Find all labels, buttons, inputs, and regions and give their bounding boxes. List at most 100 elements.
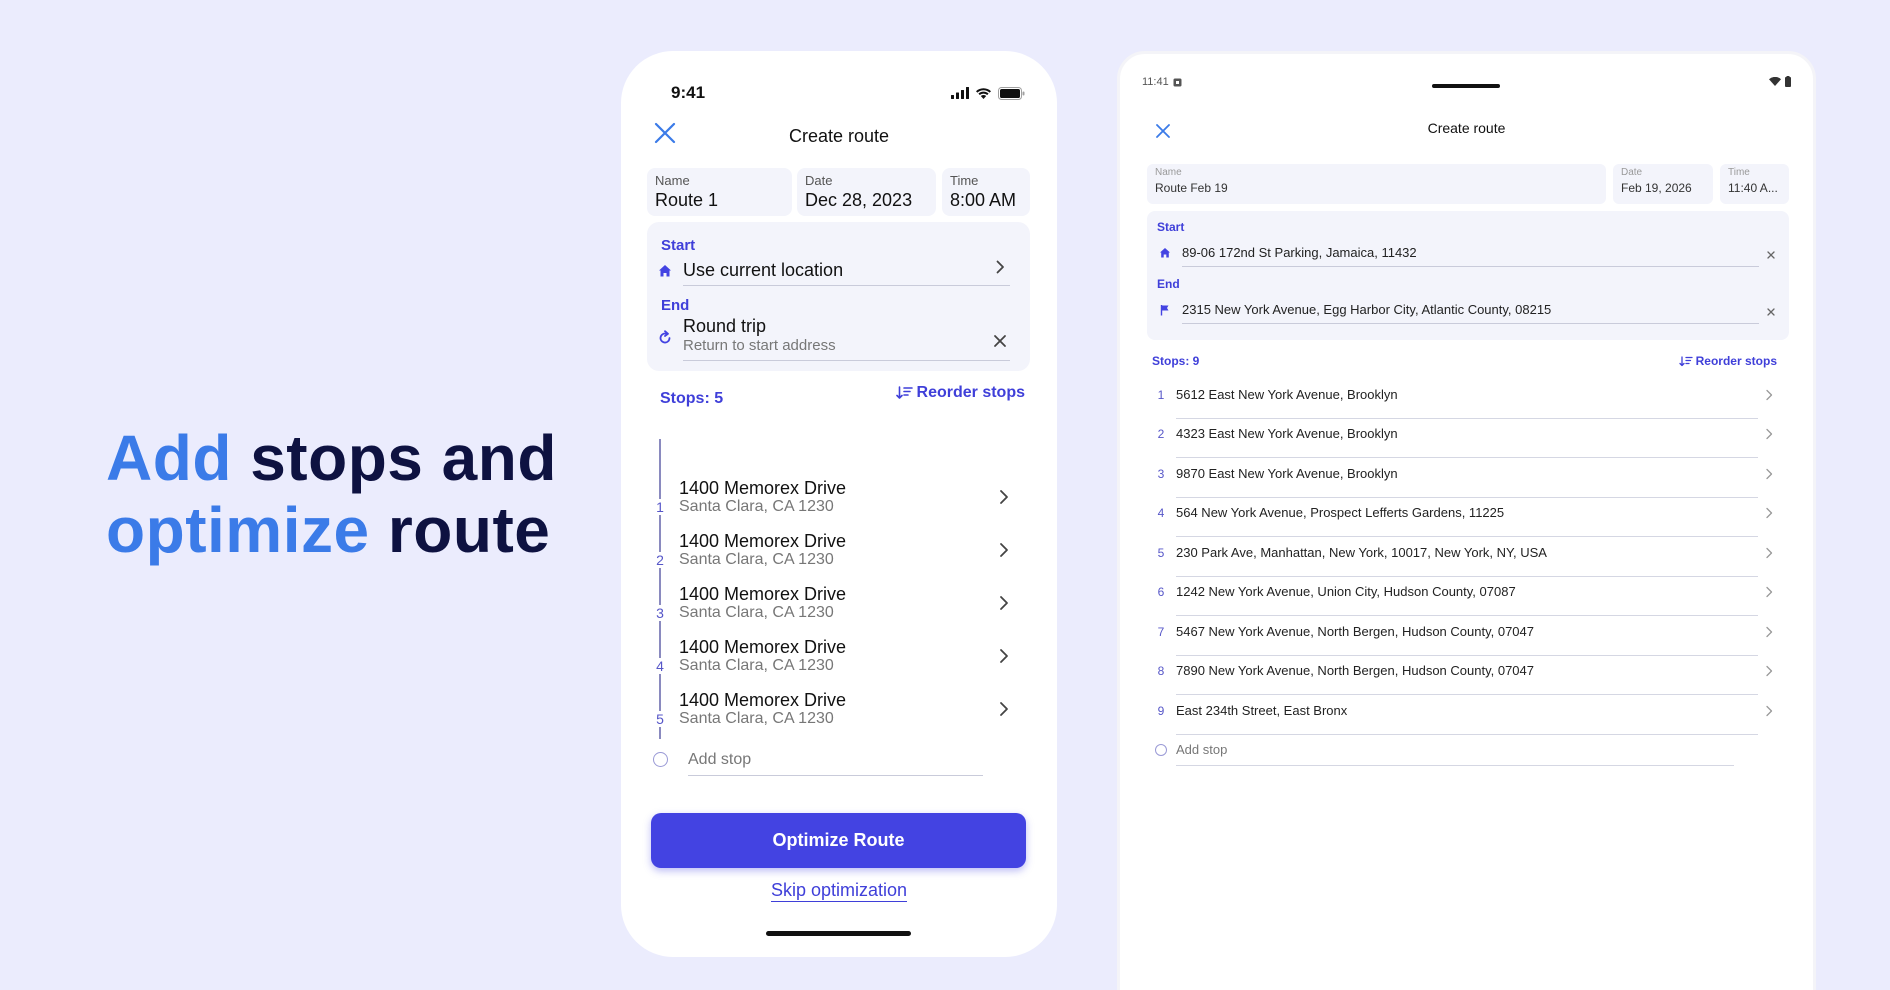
start-location-row[interactable]: Use current location — [683, 259, 1010, 286]
stop-item[interactable]: 4 1400 Memorex Drive Santa Clara, CA 123… — [621, 636, 1057, 689]
stop-number: 8 — [1157, 664, 1165, 678]
home-icon — [1160, 248, 1170, 258]
stop-number: 1 — [1157, 388, 1165, 402]
end-location-value: 2315 New York Avenue, Egg Harbor City, A… — [1182, 302, 1759, 324]
headline-line-1: Add stops and — [106, 422, 557, 494]
route-time-value: 8:00 AM — [950, 190, 1017, 210]
stop-address: 230 Park Ave, Manhattan, New York, 10017… — [1176, 544, 1758, 577]
stop-address: 5612 East New York Avenue, Brooklyn — [1176, 386, 1758, 419]
route-name-field[interactable]: Name Route 1 — [647, 168, 792, 216]
flag-icon — [1160, 305, 1169, 316]
stop-item[interactable]: 4 564 New York Avenue, Prospect Lefferts… — [1154, 498, 1774, 537]
stop-item[interactable]: 1 1400 Memorex Drive Santa Clara, CA 123… — [621, 477, 1057, 530]
route-date-value: Feb 19, 2026 — [1621, 181, 1692, 195]
end-location-row[interactable]: 2315 New York Avenue, Egg Harbor City, A… — [1157, 300, 1759, 326]
route-time-label: Time — [950, 173, 979, 188]
clear-end-icon[interactable] — [1765, 306, 1777, 318]
headline-text-1: stops and — [250, 422, 557, 494]
stop-address: East 234th Street, East Bronx — [1176, 702, 1758, 735]
stop-address: 4323 East New York Avenue, Brooklyn — [1176, 425, 1758, 458]
chevron-right-icon — [1766, 389, 1773, 401]
route-date-field[interactable]: Date Dec 28, 2023 — [797, 168, 936, 216]
route-time-value: 11:40 A... — [1728, 181, 1778, 195]
route-name-value: Route Feb 19 — [1155, 181, 1228, 195]
chevron-right-icon — [1766, 468, 1773, 480]
stop-title: 1400 Memorex Drive — [679, 637, 847, 657]
reorder-stops-label: Reorder stops — [916, 384, 1025, 401]
stop-item[interactable]: 8 7890 New York Avenue, North Bergen, Hu… — [1154, 656, 1774, 695]
route-name-value: Route 1 — [655, 190, 719, 210]
stop-title: 1400 Memorex Drive — [679, 690, 847, 710]
stop-number: 1 — [653, 499, 667, 515]
stops-count: Stops: 5 — [660, 390, 724, 407]
stop-address: 9870 East New York Avenue, Brooklyn — [1176, 465, 1758, 498]
start-location-value: Use current location — [683, 260, 844, 280]
add-stop-input[interactable]: Add stop — [1154, 736, 1734, 766]
reorder-stops-button[interactable]: Reorder stops — [895, 384, 1025, 402]
stop-address: 1242 New York Avenue, Union City, Hudson… — [1176, 583, 1758, 616]
route-time-field[interactable]: Time 11:40 A... — [1720, 164, 1789, 204]
skip-optimization-wrapper: Skip optimization — [621, 880, 1057, 902]
chevron-right-icon — [1766, 665, 1773, 677]
phone-system-icons — [951, 86, 1025, 100]
stop-item[interactable]: 6 1242 New York Avenue, Union City, Huds… — [1154, 577, 1774, 616]
headline-text-2: route — [387, 494, 551, 566]
clear-start-icon[interactable] — [1765, 249, 1777, 261]
stop-number: 3 — [653, 605, 667, 621]
page-title: Create route — [788, 126, 890, 146]
stop-item[interactable]: 3 1400 Memorex Drive Santa Clara, CA 123… — [621, 583, 1057, 636]
end-label: End — [661, 297, 690, 314]
stop-item[interactable]: 5 1400 Memorex Drive Santa Clara, CA 123… — [621, 689, 1057, 742]
stop-number: 2 — [653, 552, 667, 568]
wifi-icon — [1769, 77, 1781, 86]
stop-number: 3 — [1157, 467, 1165, 481]
route-name-label: Name — [655, 173, 690, 188]
add-stop-ring-icon — [653, 752, 668, 767]
skip-optimization-link[interactable]: Skip optimization — [770, 880, 908, 902]
stop-item[interactable]: 2 1400 Memorex Drive Santa Clara, CA 123… — [621, 530, 1057, 583]
reorder-icon — [895, 386, 913, 399]
optimize-route-button[interactable]: Optimize Route — [651, 813, 1026, 868]
route-name-field[interactable]: Name Route Feb 19 — [1147, 164, 1606, 204]
route-name-label: Name — [1155, 167, 1182, 178]
tablet-screen: 11:41 Create route Name Route Feb 19 Dat… — [1117, 51, 1816, 990]
battery-icon — [998, 86, 1025, 100]
clear-end-icon[interactable] — [992, 333, 1008, 349]
stop-subtitle: Santa Clara, CA 1230 — [679, 551, 834, 568]
stop-number: 9 — [1157, 704, 1165, 718]
start-end-card: Start 89-06 172nd St Parking, Jamaica, 1… — [1147, 211, 1789, 340]
start-location-row[interactable]: 89-06 172nd St Parking, Jamaica, 11432 — [1157, 243, 1759, 269]
stop-item[interactable]: 7 5467 New York Avenue, North Bergen, Hu… — [1154, 617, 1774, 656]
reorder-stops-button[interactable]: Reorder stops — [1678, 354, 1777, 368]
route-date-label: Date — [1621, 167, 1643, 178]
page-title: Create route — [1427, 120, 1506, 136]
stop-title: 1400 Memorex Drive — [679, 584, 847, 604]
chevron-right-icon — [1766, 547, 1773, 559]
stop-address: 7890 New York Avenue, North Bergen, Huds… — [1176, 662, 1758, 695]
stop-number: 4 — [653, 658, 667, 674]
stop-item[interactable]: 5 230 Park Ave, Manhattan, New York, 100… — [1154, 538, 1774, 577]
stop-number: 6 — [1157, 585, 1165, 599]
stop-title: 1400 Memorex Drive — [679, 531, 847, 551]
end-label: End — [1157, 277, 1180, 291]
end-location-row[interactable]: Round trip Return to start address — [683, 315, 1010, 361]
reorder-stops-label: Reorder stops — [1695, 354, 1777, 368]
headline-accent-add: Add — [106, 422, 232, 494]
stop-item[interactable]: 2 4323 East New York Avenue, Brooklyn — [1154, 419, 1774, 458]
round-trip-icon — [659, 330, 671, 344]
tablet-camera-notch — [1432, 84, 1500, 88]
stops-count: Stops: 9 — [1152, 354, 1200, 368]
route-time-field[interactable]: Time 8:00 AM — [942, 168, 1030, 216]
stop-item[interactable]: 1 5612 East New York Avenue, Brooklyn — [1154, 380, 1774, 419]
stop-subtitle: Santa Clara, CA 1230 — [679, 498, 834, 515]
stop-item[interactable]: 9 East 234th Street, East Bronx — [1154, 696, 1774, 735]
chevron-right-icon — [1000, 543, 1008, 557]
stop-number: 7 — [1157, 625, 1165, 639]
chevron-right-icon[interactable] — [992, 259, 1008, 275]
stop-item[interactable]: 3 9870 East New York Avenue, Brooklyn — [1154, 459, 1774, 498]
chevron-right-icon — [1000, 490, 1008, 504]
add-stop-input[interactable]: Add stop — [653, 751, 983, 781]
route-date-field[interactable]: Date Feb 19, 2026 — [1613, 164, 1713, 204]
stop-number: 4 — [1157, 506, 1165, 520]
add-stop-placeholder: Add stop — [688, 751, 983, 776]
